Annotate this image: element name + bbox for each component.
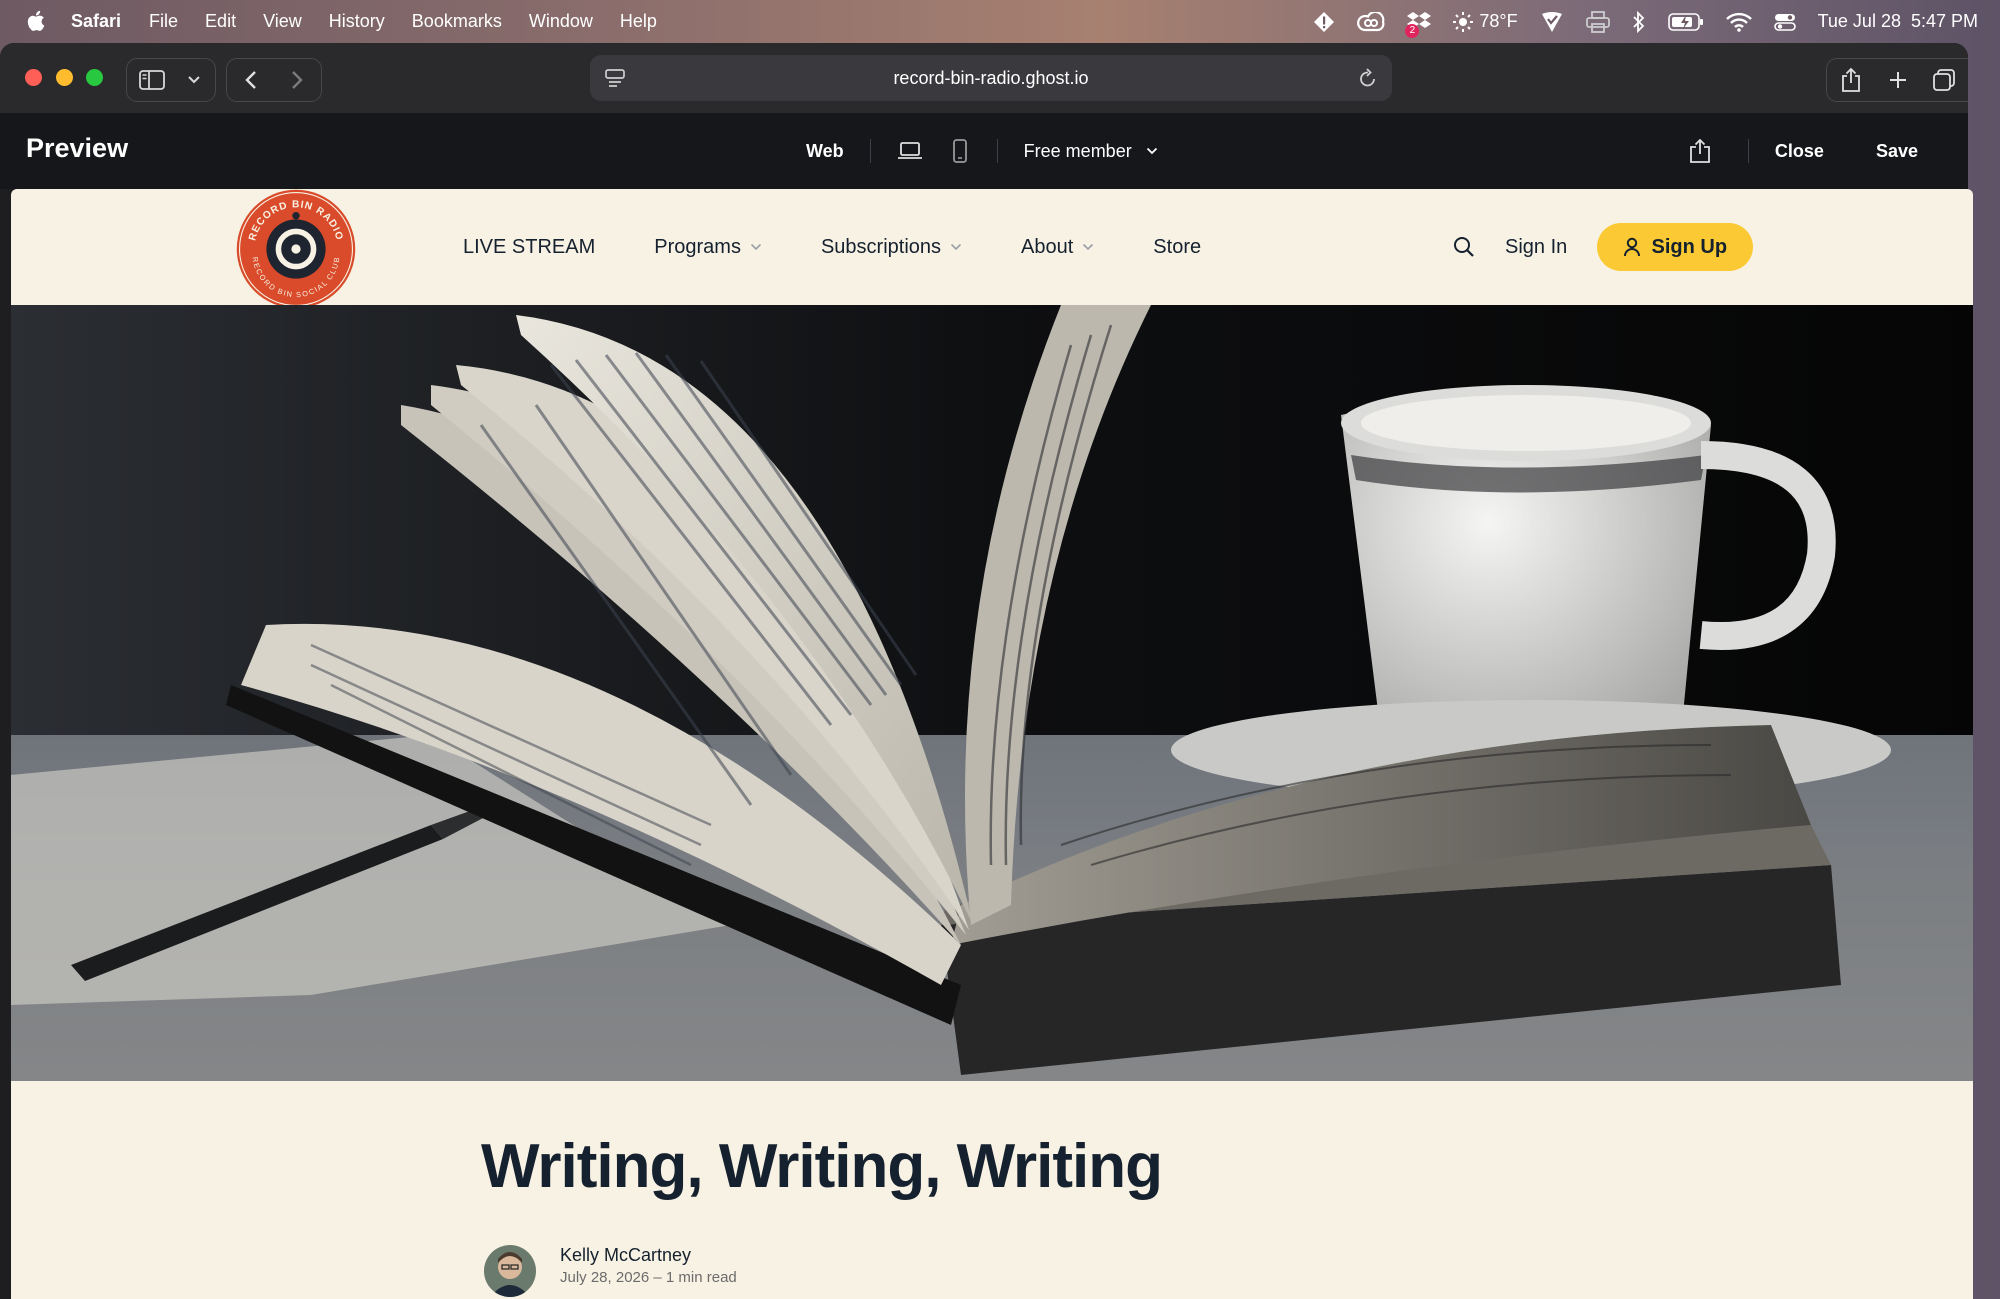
page-settings-icon[interactable] — [604, 67, 626, 94]
nav-label: Programs — [654, 235, 741, 258]
nav-label: Subscriptions — [820, 235, 942, 258]
user-icon — [1624, 237, 1641, 257]
post-title: Writing, Writing, Writing — [481, 1132, 1163, 1201]
control-center-icon[interactable] — [1773, 0, 1796, 43]
member-select[interactable]: Free member — [1024, 141, 1158, 162]
menu-history[interactable]: History — [329, 11, 385, 32]
chevron-down-icon — [750, 243, 762, 251]
dropbox-badge: 2 — [1405, 24, 1420, 38]
menu-file[interactable]: File — [149, 11, 178, 32]
battery-icon[interactable] — [1667, 0, 1704, 43]
close-window-button[interactable] — [25, 69, 42, 86]
apple-icon[interactable] — [26, 9, 48, 33]
notebook-photo — [11, 305, 1973, 1081]
site-logo[interactable]: RECORD BIN RADIO RECORD BIN SOCIAL CLUB — [229, 189, 363, 311]
url-text[interactable]: record-bin-radio.ghost.io — [893, 68, 1088, 89]
author-avatar[interactable] — [484, 1245, 536, 1297]
preview-header: Preview Web Free member Close Save — [0, 113, 1968, 189]
site-nav-links: LIVE STREAM Programs Subscriptions About… — [463, 189, 1260, 305]
save-button[interactable]: Save — [1876, 141, 1918, 162]
divider — [996, 139, 998, 163]
chevron-down-icon — [950, 243, 962, 251]
menu-datetime[interactable]: Tue Jul 28 5:47 PM — [1818, 11, 1978, 32]
feature-image — [11, 305, 1973, 1081]
export-icon[interactable] — [1688, 138, 1712, 164]
sidebar-toggle-group — [126, 58, 216, 102]
nav-store[interactable]: Store — [1153, 236, 1201, 259]
divider — [869, 139, 871, 163]
menu-edit[interactable]: Edit — [205, 11, 236, 32]
minimize-window-button[interactable] — [56, 69, 73, 86]
weather-sun-icon[interactable]: 78°F — [1453, 0, 1518, 43]
mobile-preview-icon[interactable] — [949, 139, 971, 163]
divider — [1747, 139, 1749, 163]
sign-in-link[interactable]: Sign In — [1505, 236, 1567, 259]
site-preview: RECORD BIN RADIO RECORD BIN SOCIAL CLUB … — [11, 189, 1973, 1299]
browser-toolbar: record-bin-radio.ghost.io — [0, 43, 1968, 113]
forward-button[interactable] — [275, 60, 319, 100]
author-name[interactable]: Kelly McCartney — [560, 1245, 691, 1266]
nav-subscriptions[interactable]: Subscriptions — [821, 236, 962, 259]
menu-bar: Safari File Edit View History Bookmarks … — [0, 0, 2000, 43]
search-icon[interactable] — [1449, 236, 1479, 258]
address-bar[interactable]: record-bin-radio.ghost.io — [590, 55, 1392, 101]
menu-bookmarks[interactable]: Bookmarks — [412, 11, 502, 32]
post-meta: July 28, 2026 – 1 min read — [560, 1269, 737, 1286]
history-nav-group — [226, 58, 322, 102]
nav-label: LIVE STREAM — [463, 235, 596, 258]
desktop-preview-icon[interactable] — [897, 141, 923, 161]
reload-icon[interactable] — [1358, 67, 1378, 94]
window-actions-group — [1826, 58, 1968, 102]
sign-up-label: Sign Up — [1651, 235, 1728, 258]
menu-window[interactable]: Window — [529, 11, 593, 32]
vpn-icon[interactable] — [1540, 0, 1564, 43]
menu-help[interactable]: Help — [620, 11, 657, 32]
nav-label: About — [1021, 235, 1074, 258]
close-preview-button[interactable]: Close — [1775, 141, 1824, 162]
nav-about[interactable]: About — [1021, 236, 1094, 259]
site-nav-actions: Sign In Sign Up — [1449, 189, 1754, 305]
bluetooth-icon[interactable] — [1632, 0, 1646, 43]
alert-icon[interactable] — [1313, 0, 1335, 43]
chevron-down-icon — [1083, 243, 1094, 251]
creative-cloud-icon[interactable] — [1357, 0, 1385, 43]
weather-temp: 78°F — [1479, 11, 1518, 31]
nav-live-stream[interactable]: LIVE STREAM — [463, 236, 595, 259]
new-tab-icon[interactable] — [1875, 60, 1921, 100]
sidebar-icon[interactable] — [127, 60, 177, 100]
chevron-down-icon — [1146, 147, 1157, 155]
printer-icon[interactable] — [1585, 0, 1610, 43]
tab-overview-icon[interactable] — [1921, 60, 1967, 100]
back-button[interactable] — [227, 60, 275, 100]
chevron-down-icon[interactable] — [177, 60, 211, 100]
sign-up-button[interactable]: Sign Up — [1597, 223, 1754, 271]
member-select-value: Free member — [1023, 140, 1132, 161]
web-preview-tab[interactable]: Web — [806, 141, 844, 162]
menu-app-name[interactable]: Safari — [71, 11, 121, 32]
menu-view[interactable]: View — [263, 11, 302, 32]
wifi-icon[interactable] — [1725, 0, 1752, 43]
preview-title: Preview — [26, 133, 129, 163]
nav-programs[interactable]: Programs — [654, 236, 762, 259]
site-navbar: RECORD BIN RADIO RECORD BIN SOCIAL CLUB … — [11, 189, 1973, 309]
nav-label: Store — [1153, 235, 1202, 258]
zoom-window-button[interactable] — [86, 69, 103, 86]
dropbox-icon[interactable]: 2 — [1405, 0, 1432, 43]
share-icon[interactable] — [1827, 60, 1875, 100]
